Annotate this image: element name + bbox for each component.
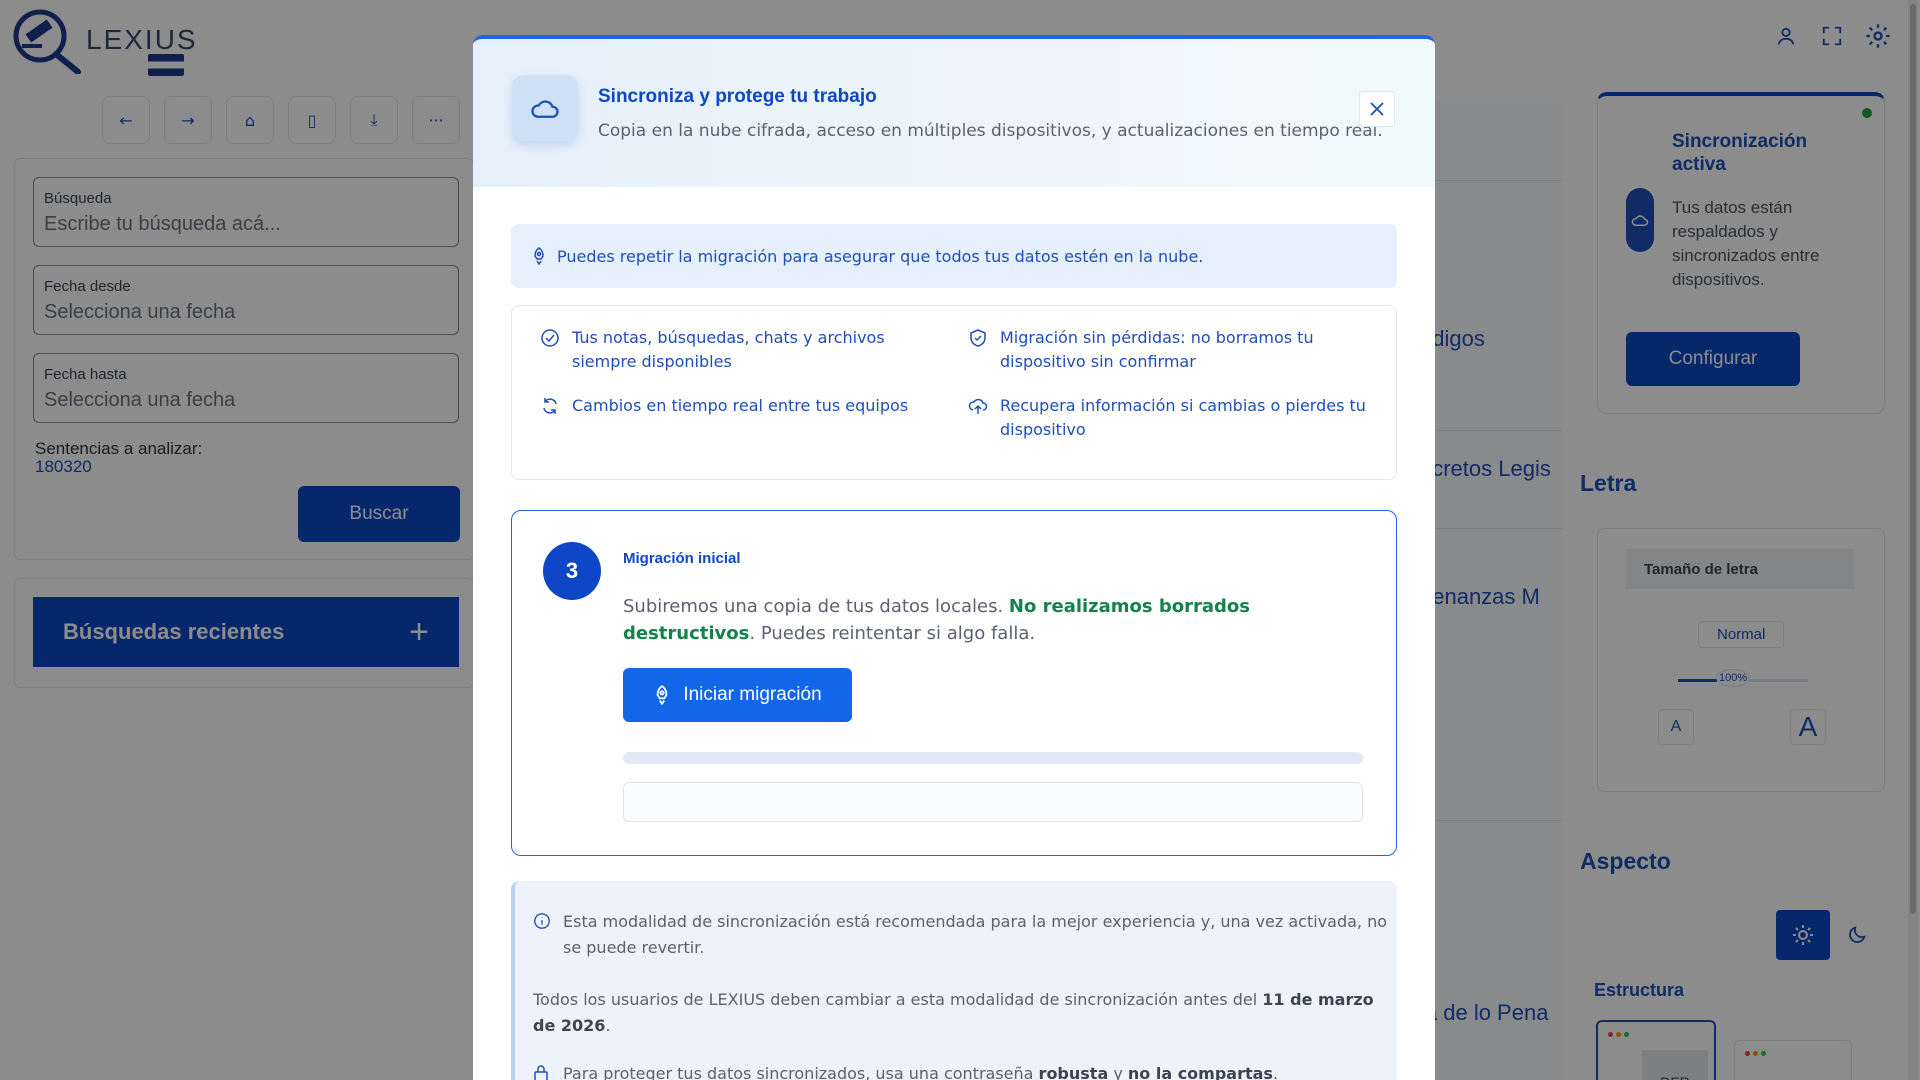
modal-header: Sincroniza y protege tu trabajo Copia en…	[473, 39, 1435, 187]
feature-text: Cambios en tiempo real entre tus equipos	[572, 396, 909, 415]
notice-row: Para proteger tus datos sincronizados, u…	[533, 1061, 1393, 1080]
start-migration-label: Iniciar migración	[683, 684, 822, 705]
notice-text-part: .	[1272, 1064, 1279, 1080]
notice-row: Todos los usuarios de LEXIUS deben cambi…	[533, 987, 1393, 1039]
migration-step-card: 3 Migración inicial Subiremos una copia …	[511, 510, 1397, 856]
cloud-upload-icon	[968, 398, 988, 414]
migration-log	[623, 782, 1363, 822]
feature-text: Migración sin pérdidas: no borramos tu d…	[1000, 328, 1314, 371]
close-button[interactable]	[1359, 91, 1395, 127]
features-card: Tus notas, búsquedas, chats y archivos s…	[511, 305, 1397, 480]
shield-check-icon	[970, 329, 986, 347]
sync-notice: Esta modalidad de sincronización está re…	[511, 881, 1397, 1080]
lock-icon	[534, 1065, 548, 1080]
notice-bold: no la compartas	[1127, 1064, 1273, 1080]
notice-text-part: Todos los usuarios de LEXIUS deben cambi…	[533, 990, 1263, 1009]
feature-text: Tus notas, búsquedas, chats y archivos s…	[572, 328, 885, 371]
feature-item: Cambios en tiempo real entre tus equipos	[540, 394, 942, 418]
modal-title: Sincroniza y protege tu trabajo	[598, 86, 877, 107]
rocket-icon	[534, 247, 544, 265]
tip-text: Puedes repetir la migración para asegura…	[557, 246, 1204, 266]
step-title: Migración inicial	[623, 550, 741, 567]
feature-item: Migración sin pérdidas: no borramos tu d…	[968, 326, 1370, 374]
rocket-icon	[656, 685, 668, 705]
notice-text: Esta modalidad de sincronización está re…	[563, 912, 1388, 957]
notice-text: Para proteger tus datos sincronizados, u…	[563, 1061, 1393, 1080]
step-desc-text: Subiremos una copia de tus datos locales…	[623, 596, 1009, 617]
notice-row: Esta modalidad de sincronización está re…	[533, 909, 1393, 961]
check-circle-icon	[541, 329, 559, 347]
step-desc-text: . Puedes reintentar si algo falla.	[749, 623, 1036, 644]
cloud-icon	[512, 75, 578, 141]
feature-item: Tus notas, búsquedas, chats y archivos s…	[540, 326, 942, 374]
sync-modal: Sincroniza y protege tu trabajo Copia en…	[473, 35, 1435, 1080]
feature-item: Recupera información si cambias o pierde…	[968, 394, 1370, 442]
repeat-migration-tip: Puedes repetir la migración para asegura…	[511, 224, 1397, 288]
info-icon	[534, 913, 550, 929]
notice-bold: robusta	[1038, 1064, 1109, 1080]
notice-text: Todos los usuarios de LEXIUS deben cambi…	[533, 987, 1393, 1039]
feature-text: Recupera información si cambias o pierde…	[1000, 396, 1366, 439]
modal-subtitle: Copia en la nube cifrada, acceso en múlt…	[598, 121, 1383, 141]
migration-progress-bar	[623, 752, 1363, 764]
close-icon	[1370, 102, 1384, 116]
step-description: Subiremos una copia de tus datos locales…	[623, 593, 1363, 647]
refresh-icon	[543, 398, 557, 414]
notice-text-part: .	[605, 1016, 611, 1035]
start-migration-button[interactable]: Iniciar migración	[623, 668, 852, 722]
notice-text-part: y	[1108, 1064, 1128, 1080]
notice-text-part: Para proteger tus datos sincronizados, u…	[563, 1064, 1039, 1080]
step-number-badge: 3	[543, 542, 601, 600]
